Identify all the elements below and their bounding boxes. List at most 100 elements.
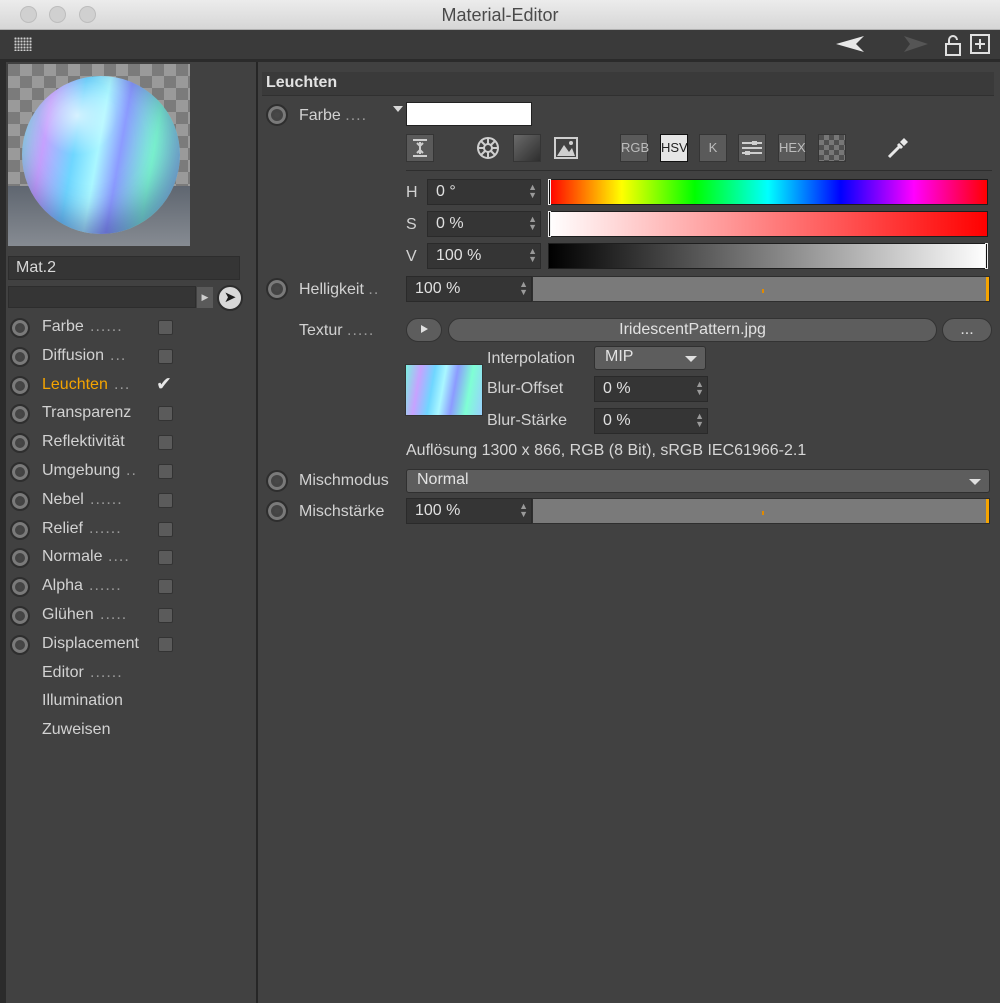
channel-dots: ... [114,375,131,393]
texture-menu-button[interactable] [406,318,442,342]
channel-animate-radio[interactable] [10,375,30,396]
new-window-icon[interactable] [970,34,990,59]
color-dropdown-icon[interactable] [393,106,403,112]
channel-animate-radio[interactable] [10,519,30,540]
grip-icon[interactable] [14,37,32,51]
forward-arrow-icon[interactable] [904,34,928,59]
rgb-mode-button[interactable]: RGB [620,134,649,162]
channel-checkmark-icon[interactable]: ✔ [156,373,172,396]
helligkeit-slider[interactable] [532,276,990,302]
mischstaerke-animate-radio[interactable] [266,500,288,522]
farbe-animate-radio[interactable] [266,104,288,126]
attributes-panel: Leuchten Farbe .... RGB HSV K HEX H 0 ° ▲… [258,62,1000,1003]
eyedropper-icon[interactable] [884,134,912,162]
channel-item[interactable]: Editor...... [6,660,256,689]
saturation-label: S [406,216,417,233]
channel-checkbox[interactable] [158,521,173,537]
helligkeit-animate-radio[interactable] [266,278,288,300]
section-title: Leuchten [262,72,994,96]
saturation-input[interactable]: 0 % ▲ ▼ [427,211,541,237]
channel-animate-radio[interactable] [10,404,30,425]
channel-label: Leuchten [42,375,108,393]
channel-item[interactable]: Reflektivität [6,429,256,458]
hue-input[interactable]: 0 ° ▲ ▼ [427,179,541,205]
channel-label: Relief [42,519,83,537]
channel-checkbox[interactable] [158,607,173,623]
gradient-mode-icon[interactable] [513,134,541,162]
material-preview[interactable] [8,64,190,246]
channel-checkbox[interactable] [158,492,173,508]
channel-animate-radio[interactable] [10,605,30,626]
blur-staerke-input[interactable]: 0 % ▲ ▼ [594,408,708,434]
channel-item[interactable]: Displacement [6,631,256,660]
channel-checkbox[interactable] [158,348,173,364]
mischmodus-animate-radio[interactable] [266,470,288,492]
channel-animate-radio[interactable] [10,634,30,655]
hex-mode-button[interactable]: HEX [778,134,806,162]
color-wheel-icon[interactable] [474,134,502,162]
channel-item[interactable]: Diffusion... [6,343,256,372]
mixer-mode-icon[interactable] [738,134,766,162]
hue-slider[interactable] [548,179,988,205]
channel-label: Zuweisen [42,721,111,739]
toolbar [0,30,1000,60]
channel-animate-radio[interactable] [10,548,30,569]
channel-checkbox[interactable] [158,636,173,652]
channel-item[interactable]: Alpha...... [6,573,256,602]
channel-dots: ... [110,346,127,364]
hsv-mode-button[interactable]: HSV [660,134,688,162]
interpolation-dropdown[interactable]: MIP [594,346,706,370]
channel-dots: ...... [90,663,123,681]
channel-item[interactable]: Nebel...... [6,487,256,516]
channel-item[interactable]: Umgebung.. [6,458,256,487]
spectrum-mode-icon[interactable] [406,134,434,162]
mischstaerke-label: Mischstärke [299,503,385,520]
texture-thumbnail[interactable] [405,364,483,416]
helligkeit-input[interactable]: 100 % ▲ ▼ [406,276,532,302]
channel-animate-radio[interactable] [10,490,30,511]
texture-more-button[interactable]: ... [942,318,992,342]
chevron-down-icon [969,479,981,485]
lock-icon[interactable] [944,34,962,61]
channel-item[interactable]: Glühen..... [6,602,256,631]
channel-animate-radio[interactable] [10,433,30,454]
window-title: Material-Editor [441,5,559,25]
channel-checkbox[interactable] [158,435,173,451]
channel-item[interactable]: Transparenz [6,400,256,429]
channel-checkbox[interactable] [158,550,173,566]
channel-item[interactable]: Zuweisen [6,717,256,746]
channel-animate-radio[interactable] [10,577,30,598]
saturation-slider[interactable] [548,211,988,237]
color-swatch[interactable] [406,102,532,126]
channel-label: Farbe [42,318,84,335]
helligkeit-label: Helligkeit .. [299,281,380,298]
value-input[interactable]: 100 % ▲ ▼ [427,243,541,269]
mischstaerke-input[interactable]: 100 % ▲ ▼ [406,498,532,524]
mischstaerke-slider[interactable] [532,498,990,524]
channel-item[interactable]: Leuchten... ✔ [6,372,256,401]
pointer-picker-icon[interactable]: ➤ [217,285,243,311]
channel-checkbox[interactable] [158,320,173,335]
blur-offset-input[interactable]: 0 % ▲ ▼ [594,376,708,402]
channel-item[interactable]: Illumination [6,688,256,717]
channel-item[interactable]: Normale.... [6,544,256,573]
channel-checkbox[interactable] [158,579,173,595]
play-arrow-icon[interactable]: ▶ [197,287,213,308]
kelvin-mode-button[interactable]: K [699,134,727,162]
channel-checkbox[interactable] [158,463,173,479]
material-name-field[interactable]: Mat.2 [8,256,240,280]
channel-animate-radio[interactable] [10,318,30,338]
channel-checkbox[interactable] [158,406,173,422]
mischmodus-dropdown[interactable]: Normal [406,469,990,493]
channel-animate-radio[interactable] [10,461,30,482]
value-slider[interactable] [548,243,988,269]
channel-item[interactable]: Relief...... [6,516,256,545]
material-search-field[interactable] [8,286,196,308]
texture-file-button[interactable]: IridescentPattern.jpg [448,318,937,342]
swatches-mode-icon[interactable] [818,134,846,162]
channel-dots: ...... [90,318,123,335]
image-picker-icon[interactable] [552,134,580,162]
channel-animate-radio[interactable] [10,346,30,367]
channel-item[interactable]: Farbe...... [6,314,256,343]
back-arrow-icon[interactable] [836,34,866,59]
